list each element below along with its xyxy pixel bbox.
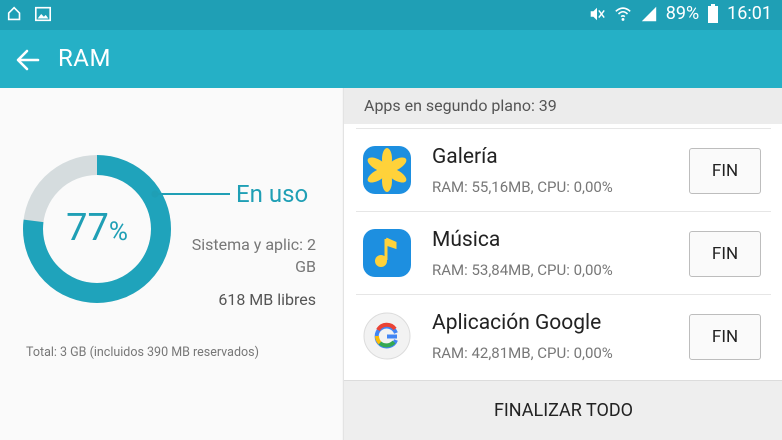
- in-use-label: En uso: [236, 180, 309, 208]
- arrow-left-icon[interactable]: [14, 46, 42, 74]
- app-name: Aplicación Google: [432, 311, 602, 335]
- cloud-icon: [7, 6, 21, 21]
- free-memory: 618 MB libres: [218, 290, 316, 309]
- page-title: RAM: [58, 44, 111, 72]
- app-row-google: Aplicación Google RAM: 42,81MB, CPU: 0,0…: [356, 294, 771, 377]
- system-apps-usage: Sistema y aplic: 2 GB: [191, 235, 316, 276]
- app-bar: RAM: [0, 30, 782, 88]
- app-stats: RAM: 42,81MB, CPU: 0,00%: [432, 344, 613, 362]
- finish-gallery-button[interactable]: FIN: [689, 148, 761, 194]
- gallery-icon[interactable]: [362, 145, 412, 195]
- app-stats: RAM: 53,84MB, CPU: 0,00%: [432, 261, 613, 279]
- status-bar: 89% 16:01: [0, 0, 782, 30]
- ram-percent: 77%: [22, 206, 172, 250]
- ram-percent-value: 77: [66, 206, 109, 250]
- ram-percent-sign: %: [108, 217, 128, 247]
- app-stats: RAM: 55,16MB, CPU: 0,00%: [432, 178, 613, 196]
- background-apps-panel: Apps en segundo plano: 39 Galería RAM: 5…: [343, 88, 782, 440]
- mute-icon: [590, 7, 605, 20]
- wifi-icon: [615, 6, 631, 21]
- app-name: Música: [432, 228, 501, 252]
- app-name: Galería: [432, 145, 498, 169]
- signal-icon: [641, 6, 656, 21]
- image-icon: [34, 6, 52, 22]
- battery-icon: [708, 3, 719, 23]
- total-memory: Total: 3 GB (incluidos 390 MB reservados…: [26, 345, 259, 360]
- finish-all-button[interactable]: FINALIZAR TODO: [344, 380, 782, 440]
- background-apps-header: Apps en segundo plano: 39: [344, 88, 782, 124]
- finish-music-button[interactable]: FIN: [689, 231, 761, 277]
- clock: 16:01: [727, 3, 772, 24]
- battery-percent: 89%: [665, 3, 700, 24]
- finish-google-button[interactable]: FIN: [689, 314, 761, 360]
- in-use-leader-line: [151, 190, 230, 198]
- music-icon[interactable]: [362, 228, 412, 278]
- app-row-gallery: Galería RAM: 55,16MB, CPU: 0,00% FIN: [356, 128, 771, 211]
- google-icon[interactable]: [362, 311, 412, 361]
- ram-summary-panel: 77% En uso Sistema y aplic: 2 GB 618 MB …: [0, 88, 342, 440]
- app-row-music: Música RAM: 53,84MB, CPU: 0,00% FIN: [356, 211, 771, 294]
